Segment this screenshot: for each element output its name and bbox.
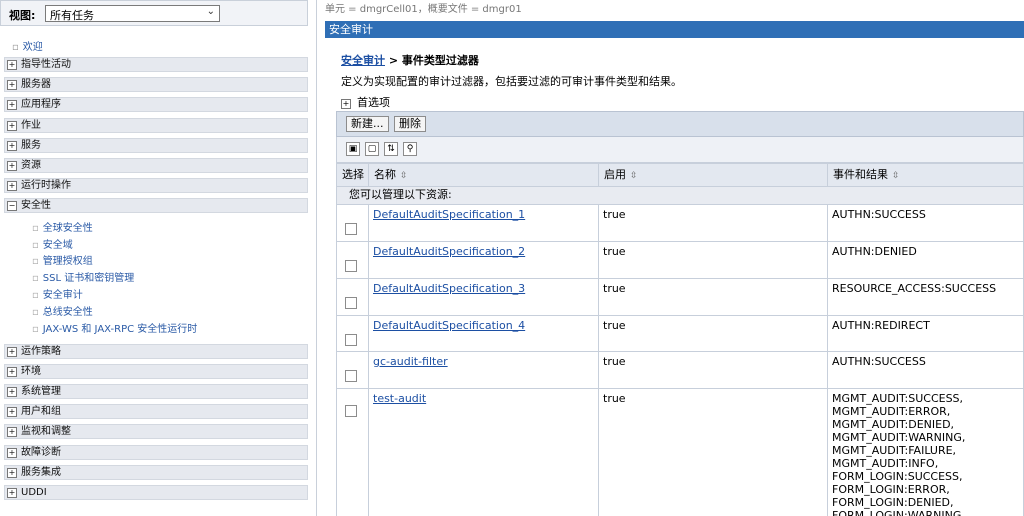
main-content: 单元 = dmgrCell01，概要文件 = dmgr01 安全审计 安全审计 …: [322, 0, 1024, 516]
nav-item-ssl-cert-key-management[interactable]: ▫ SSL 证书和密钥管理: [32, 269, 134, 284]
nav-group-resources[interactable]: + 资源: [4, 158, 308, 173]
column-header-enabled[interactable]: 启用 ⇳: [598, 163, 828, 187]
nav-group-operational-policies[interactable]: + 运作策略: [4, 344, 308, 359]
enabled-value: true: [598, 279, 828, 316]
enabled-value: true: [598, 316, 828, 352]
sort-icon: ⇳: [892, 171, 900, 181]
expand-icon: +: [341, 99, 351, 109]
new-button[interactable]: 新建...: [346, 116, 389, 132]
nav-group-servers[interactable]: + 服务器: [4, 77, 308, 92]
nav-item-global-security[interactable]: ▫ 全球安全性: [32, 219, 93, 234]
scope-text: 单元 = dmgrCell01，概要文件 = dmgr01: [325, 4, 522, 15]
enabled-value: true: [598, 352, 828, 389]
nav-group-monitoring-tuning[interactable]: + 监视和调整: [4, 424, 308, 439]
sort-icon: ⇳: [400, 171, 408, 181]
portlet-title: 安全审计: [325, 21, 1024, 38]
filter-name-link[interactable]: DefaultAuditSpecification_1: [373, 208, 525, 221]
breadcrumb-link-security-auditing[interactable]: 安全审计: [341, 54, 385, 67]
view-select[interactable]: 所有任务 ⌄: [45, 5, 220, 22]
filter-name-link[interactable]: test-audit: [373, 392, 426, 405]
table-icon-toolbar: ▣ ▢ ⇅ ⚲: [336, 137, 1024, 163]
navigation-panel: 视图: 所有任务 ⌄ ▫ 欢迎 + 指导性活动 + 服务器 + 应用程序 + 作业 + 服务…: [0, 0, 317, 516]
deselect-all-icon[interactable]: ▢: [365, 142, 379, 156]
show-filter-icon[interactable]: ⇅: [384, 142, 398, 156]
nav-item-admin-authorization-groups[interactable]: ▫ 管理授权组: [32, 252, 93, 267]
nav-item-bus-security[interactable]: ▫ 总线安全性: [32, 303, 93, 318]
row-checkbox[interactable]: [345, 405, 357, 417]
filter-name-link[interactable]: gc-audit-filter: [373, 355, 448, 368]
enabled-value: true: [598, 242, 828, 279]
nav-group-services[interactable]: + 服务: [4, 138, 308, 153]
nav-item-jaxws-jaxrpc-security-runtime[interactable]: ▫ JAX-WS 和 JAX-RPC 安全性运行时: [32, 320, 197, 335]
page-description: 定义为实现配置的审计过滤器，包括要过滤的可审计事件类型和结果。: [341, 75, 682, 88]
filter-name-link[interactable]: DefaultAuditSpecification_3: [373, 282, 525, 295]
view-label: 视图:: [9, 9, 36, 22]
events-value: AUTHN:SUCCESS: [827, 205, 1024, 242]
nav-group-service-integration[interactable]: + 服务集成: [4, 465, 308, 480]
resources-caption: 您可以管理以下资源:: [336, 187, 1024, 205]
column-header-select: 选择: [336, 163, 369, 187]
delete-button[interactable]: 删除: [394, 116, 426, 132]
view-select-value: 所有任务: [50, 9, 94, 22]
preferences-toggle[interactable]: + 首选项: [341, 94, 390, 110]
events-value: RESOURCE_ACCESS:SUCCESS: [827, 279, 1024, 316]
row-checkbox[interactable]: [345, 370, 357, 382]
breadcrumb: 安全审计 > 事件类型过滤器: [341, 54, 479, 67]
row-checkbox[interactable]: [345, 260, 357, 272]
nav-item-security-domains[interactable]: ▫ 安全域: [32, 236, 73, 251]
nav-group-applications[interactable]: + 应用程序: [4, 97, 308, 112]
column-header-name[interactable]: 名称 ⇳: [368, 163, 599, 187]
enabled-value: true: [598, 389, 828, 516]
events-value: AUTHN:DENIED: [827, 242, 1024, 279]
sort-icon: ⇳: [630, 171, 638, 181]
events-value: AUTHN:SUCCESS: [827, 352, 1024, 389]
button-toolbar: 新建... 删除: [336, 111, 1024, 137]
row-checkbox[interactable]: [345, 297, 357, 309]
nav-item-security-auditing[interactable]: ▫ 安全审计: [32, 286, 83, 301]
nav-group-users-and-groups[interactable]: + 用户和组: [4, 404, 308, 419]
nav-group-security[interactable]: − 安全性: [4, 198, 308, 213]
filter-name-link[interactable]: DefaultAuditSpecification_4: [373, 319, 525, 332]
nav-group-guided-activities[interactable]: + 指导性活动: [4, 57, 308, 72]
nav-group-runtime-operations[interactable]: + 运行时操作: [4, 178, 308, 193]
row-checkbox[interactable]: [345, 223, 357, 235]
column-header-events[interactable]: 事件和结果 ⇳: [827, 163, 1024, 187]
enabled-value: true: [598, 205, 828, 242]
chevron-down-icon: ⌄: [206, 6, 215, 17]
nav-group-environment[interactable]: + 环境: [4, 364, 308, 379]
events-value: AUTHN:REDIRECT: [827, 316, 1024, 352]
nav-group-system-administration[interactable]: + 系统管理: [4, 384, 308, 399]
view-bar: 视图: 所有任务 ⌄: [0, 0, 308, 26]
breadcrumb-current: 事件类型过滤器: [401, 54, 479, 67]
events-value: MGMT_AUDIT:SUCCESS, MGMT_AUDIT:ERROR, MG…: [827, 389, 1024, 516]
filter-name-link[interactable]: DefaultAuditSpecification_2: [373, 245, 525, 258]
filter-icon[interactable]: ⚲: [403, 142, 417, 156]
row-checkbox[interactable]: [345, 334, 357, 346]
nav-group-uddi[interactable]: + UDDI: [4, 485, 308, 500]
select-all-icon[interactable]: ▣: [346, 142, 360, 156]
nav-group-jobs[interactable]: + 作业: [4, 118, 308, 133]
welcome-link[interactable]: ▫ 欢迎: [12, 38, 43, 53]
nav-group-troubleshooting[interactable]: + 故障诊断: [4, 445, 308, 460]
